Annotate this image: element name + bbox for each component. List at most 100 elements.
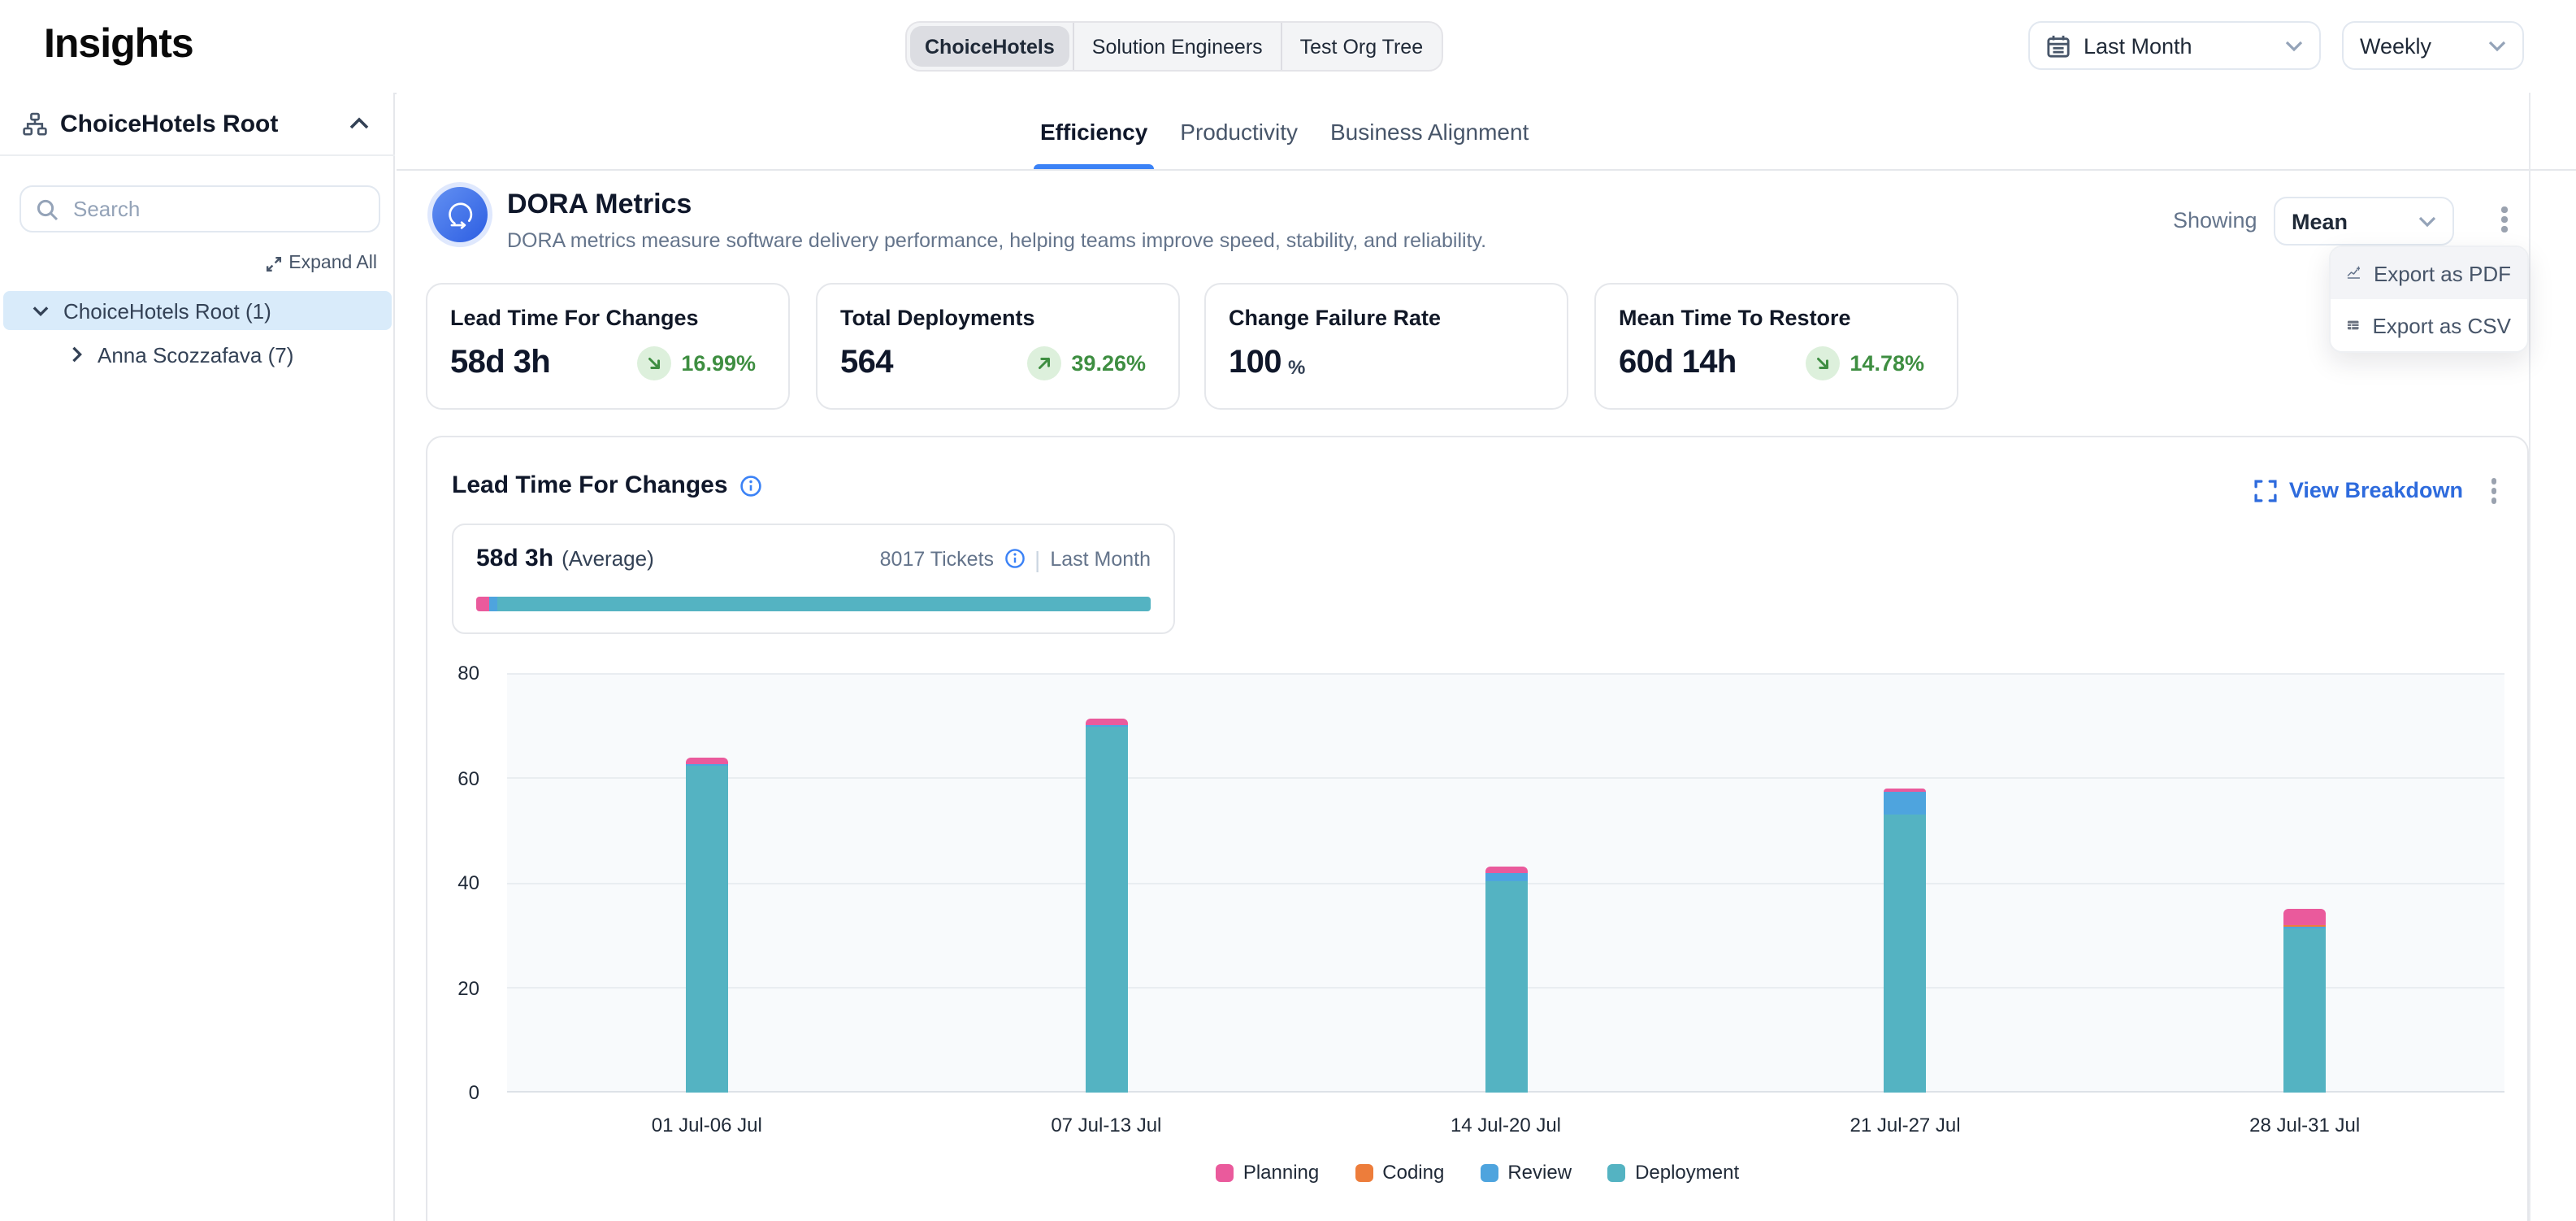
legend-swatch-review — [1480, 1163, 1498, 1181]
expand-corners-icon — [2255, 480, 2278, 502]
progress-seg-review — [489, 597, 498, 611]
legend-swatch-deployment — [1607, 1163, 1625, 1181]
phase-progress-bar — [476, 597, 1151, 611]
trend-arrow-icon — [1806, 346, 1840, 380]
metric-value: 564 — [840, 345, 893, 382]
bar-segment-deployment — [1884, 815, 1927, 1093]
lead-time-chart-plot — [507, 673, 2504, 1093]
bar-segment-planning — [686, 758, 728, 765]
granularity-select[interactable]: Weekly — [2342, 21, 2524, 70]
export-pdf-menu-item[interactable]: Export as PDF — [2331, 247, 2527, 299]
x-tick-label: 01 Jul-06 Jul — [593, 1114, 821, 1136]
metric-card-mean-time-to-restore: Mean Time To Restore 60d 14h 14.78% — [1594, 283, 1958, 410]
bar-segment-planning — [1085, 719, 1127, 725]
sidebar-search — [20, 185, 380, 232]
metric-card-lead-time: Lead Time For Changes 58d 3h 16.99% — [426, 283, 790, 410]
date-range-select[interactable]: Last Month — [2028, 21, 2321, 70]
chevron-right-icon[interactable] — [72, 346, 83, 363]
chevron-down-icon[interactable] — [33, 305, 49, 316]
sidebar-title: ChoiceHotels Root — [60, 110, 278, 137]
scroll-divider — [2529, 93, 2530, 1221]
progress-seg-planning — [476, 597, 489, 611]
x-tick-label: 21 Jul-27 Jul — [1792, 1114, 2019, 1136]
legend-item-deployment: Deployment — [1607, 1161, 1739, 1184]
view-breakdown-button[interactable]: View Breakdown — [2255, 479, 2463, 503]
trend-arrow-icon — [637, 346, 671, 380]
info-icon[interactable] — [1004, 548, 1025, 569]
expand-all-button[interactable]: Expand All — [264, 254, 377, 273]
tab-business-alignment[interactable]: Business Alignment — [1330, 93, 1529, 169]
expand-arrows-icon — [264, 254, 282, 272]
trend-badge: 14.78% — [1806, 346, 1924, 380]
y-tick-label: 60 — [427, 767, 479, 789]
trend-badge: 39.26% — [1027, 346, 1146, 380]
insight-tabs: Efficiency Productivity Business Alignment — [397, 93, 2576, 171]
x-tick-label: 28 Jul-31 Jul — [2191, 1114, 2418, 1136]
dora-kebab-menu-button[interactable] — [2496, 202, 2512, 237]
trend-value: 39.26% — [1071, 351, 1146, 376]
chevron-down-icon — [2488, 40, 2506, 51]
page-title: Insights — [44, 21, 193, 68]
bar-01-jul-06-jul[interactable] — [686, 673, 728, 1093]
legend-swatch-planning — [1216, 1163, 1234, 1181]
chevron-down-icon — [2285, 40, 2303, 51]
sidebar-header: ChoiceHotels Root — [0, 93, 395, 156]
export-csv-menu-item[interactable]: Export as CSV — [2331, 299, 2527, 351]
y-tick-label: 80 — [427, 662, 479, 684]
org-tab-choicehotels[interactable]: ChoiceHotels — [910, 26, 1069, 67]
trend-badge: 16.99% — [637, 346, 756, 380]
dora-metrics-icon — [427, 182, 492, 247]
chevron-up-icon[interactable] — [349, 117, 369, 130]
trend-arrow-icon — [1027, 346, 1061, 380]
bar-segment-planning — [2283, 910, 2326, 925]
x-axis-labels: 01 Jul-06 Jul 07 Jul-13 Jul 14 Jul-20 Jul 2… — [507, 1114, 2504, 1140]
tab-efficiency[interactable]: Efficiency — [1040, 93, 1147, 169]
legend-item-coding: Coding — [1355, 1161, 1444, 1184]
bar-28-jul-31-jul[interactable] — [2283, 673, 2326, 1093]
active-tab-underline — [1034, 164, 1154, 169]
bar-21-jul-27-jul[interactable] — [1884, 673, 1927, 1093]
lead-time-section: Lead Time For Changes View Breakdown 58d… — [426, 436, 2529, 1221]
tree-item-anna-scozzafava[interactable]: Anna Scozzafava (7) — [3, 335, 392, 374]
bar-segment-review — [1884, 792, 1927, 815]
metric-title: Mean Time To Restore — [1619, 306, 1934, 330]
metric-title: Change Failure Rate — [1229, 306, 1544, 330]
org-chart-icon — [23, 111, 47, 136]
tab-productivity[interactable]: Productivity — [1180, 93, 1298, 169]
export-menu: Export as PDF Export as CSV — [2329, 246, 2529, 353]
calendar-icon — [2046, 33, 2071, 58]
metric-card-change-failure-rate: Change Failure Rate 100 % — [1204, 283, 1568, 410]
lead-time-title-label: Lead Time For Changes — [452, 471, 728, 499]
aggregation-select[interactable]: Mean — [2274, 197, 2454, 246]
trend-value: 16.99% — [681, 351, 756, 376]
tree-item-label: Anna Scozzafava (7) — [98, 342, 293, 367]
average-qualifier: (Average) — [562, 546, 654, 571]
legend-label: Coding — [1382, 1161, 1444, 1184]
legend-label: Deployment — [1635, 1161, 1739, 1184]
bar-segment-review — [686, 764, 728, 767]
expand-all-label: Expand All — [288, 254, 377, 273]
showing-label: Showing — [2173, 208, 2257, 232]
chevron-down-icon — [2418, 215, 2436, 227]
bar-segment-deployment — [686, 767, 728, 1093]
metric-card-total-deployments: Total Deployments 564 39.26% — [816, 283, 1180, 410]
metric-title: Total Deployments — [840, 306, 1156, 330]
bar-segment-deployment — [2283, 929, 2326, 1093]
tree-item-choicehotels-root[interactable]: ChoiceHotels Root (1) — [3, 291, 392, 330]
org-tab-solution-engineers[interactable]: Solution Engineers — [1073, 23, 1281, 70]
bar-14-jul-20-jul[interactable] — [1485, 673, 1527, 1093]
org-tab-test-org-tree[interactable]: Test Org Tree — [1281, 23, 1441, 70]
info-icon[interactable] — [739, 474, 762, 497]
chart-legend: PlanningCodingReviewDeployment — [427, 1161, 2527, 1184]
dora-section-subtitle: DORA metrics measure software delivery p… — [507, 229, 1486, 252]
bar-segment-review — [2283, 928, 2326, 929]
x-tick-label: 07 Jul-13 Jul — [992, 1114, 1220, 1136]
top-bar: Insights ChoiceHotelsSolution EngineersT… — [0, 0, 2576, 94]
dora-section-title: DORA Metrics — [507, 189, 692, 221]
legend-label: Review — [1507, 1161, 1572, 1184]
x-tick-label: 14 Jul-20 Jul — [1392, 1114, 1620, 1136]
lead-time-kebab-menu-button[interactable] — [2486, 473, 2501, 508]
bar-07-jul-13-jul[interactable] — [1085, 673, 1127, 1093]
bar-segment-deployment — [1085, 726, 1127, 1093]
search-input[interactable] — [70, 195, 353, 223]
